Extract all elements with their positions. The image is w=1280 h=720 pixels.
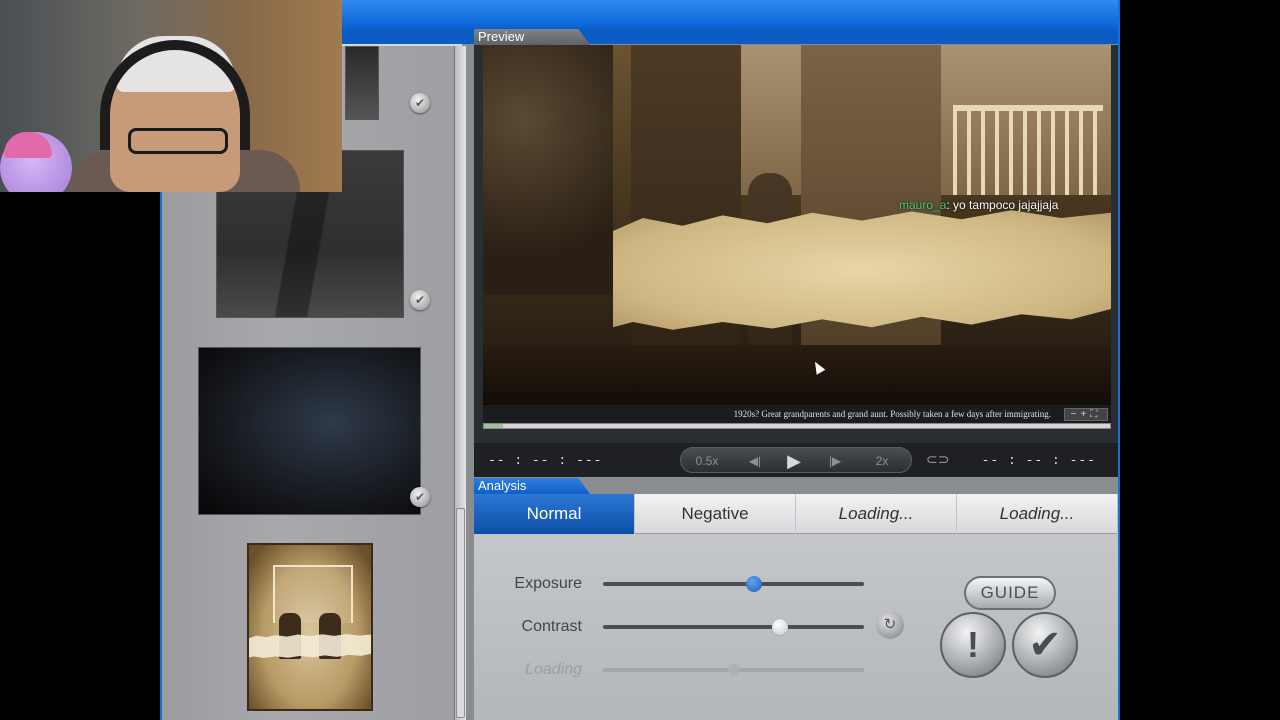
tab-negative[interactable]: Negative xyxy=(635,494,796,534)
exposure-slider[interactable] xyxy=(603,576,864,592)
photo-porch-railing xyxy=(953,105,1103,195)
exposure-slider-row: Exposure xyxy=(474,569,894,599)
preview-panel: mauro_a: yo tampoco jajajjaja 1920s? Gre… xyxy=(474,45,1118,465)
contrast-slider[interactable] xyxy=(603,619,864,635)
scrollbar-thumb[interactable] xyxy=(456,508,465,718)
thumbnail-photo[interactable] xyxy=(198,347,421,515)
preview-header: Preview xyxy=(474,29,590,45)
report-issue-button[interactable]: ! xyxy=(940,612,1006,678)
loading-slider-row: Loading xyxy=(474,655,894,685)
webcam-overlay xyxy=(0,0,342,192)
transport-bar: -- : -- : --- 0.5x ◀| ▶ |▶ 2x ⊂⊃ -- : --… xyxy=(474,443,1118,477)
transport-controls: 0.5x ◀| ▶ |▶ 2x xyxy=(680,447,912,473)
confirm-button[interactable]: ✔ xyxy=(1012,612,1078,678)
tab-loading[interactable]: Loading... xyxy=(796,494,957,534)
analysis-tabs: Normal Negative Loading... Loading... xyxy=(474,494,1118,534)
loading-label: Loading xyxy=(525,661,582,678)
speed-fast-button[interactable]: 2x xyxy=(867,448,897,474)
exposure-slider-handle[interactable] xyxy=(746,576,763,592)
photo-ground xyxy=(483,345,1111,405)
exposure-label: Exposure xyxy=(514,575,582,592)
loading-slider xyxy=(603,664,864,676)
check-icon[interactable]: ✔ xyxy=(410,93,430,113)
playback-progress[interactable] xyxy=(483,423,1111,429)
time-elapsed: -- : -- : --- xyxy=(488,453,603,468)
analysis-panel: Normal Negative Loading... Loading... Ex… xyxy=(474,494,1118,720)
speed-slow-button[interactable]: 0.5x xyxy=(689,448,725,474)
photo-caption: 1920s? Great grandparents and grand aunt… xyxy=(483,405,1111,423)
loop-icon[interactable]: ⊂⊃ xyxy=(926,451,949,468)
thumbnail-photo[interactable] xyxy=(345,46,379,120)
preview-photo[interactable]: mauro_a: yo tampoco jajajjaja xyxy=(483,45,1111,405)
reset-icon[interactable]: ↻ xyxy=(876,611,904,639)
photo-tear-damage xyxy=(613,210,1111,330)
contrast-slider-handle[interactable] xyxy=(772,619,789,635)
play-icon[interactable]: ▶ xyxy=(779,448,809,474)
tab-normal[interactable]: Normal xyxy=(474,494,635,534)
contrast-slider-row: Contrast xyxy=(474,612,894,642)
thumbnail-scrollbar[interactable] xyxy=(454,46,466,720)
contrast-label: Contrast xyxy=(521,618,582,635)
step-forward-icon[interactable]: |▶ xyxy=(821,448,849,474)
playback-progress-fill xyxy=(484,424,503,428)
tab-loading[interactable]: Loading... xyxy=(957,494,1118,534)
time-total: -- : -- : --- xyxy=(981,453,1096,468)
step-back-icon[interactable]: ◀| xyxy=(741,448,769,474)
thumbnail-photo-selected[interactable] xyxy=(247,543,373,711)
chat-overlay: mauro_a: yo tampoco jajajjaja xyxy=(899,198,1059,212)
thumbnail-tear xyxy=(249,634,371,658)
photo-foliage xyxy=(483,45,613,295)
webcam-person-glasses xyxy=(128,128,228,154)
guide-button[interactable]: GUIDE xyxy=(964,576,1056,610)
loading-slider-handle xyxy=(727,664,740,676)
analysis-header: Analysis xyxy=(474,478,590,494)
chat-username: mauro_a xyxy=(899,198,947,212)
zoom-controls[interactable]: −+⛶ xyxy=(1064,408,1108,421)
chat-message: yo tampoco jajajjaja xyxy=(953,198,1059,212)
check-icon[interactable]: ✔ xyxy=(410,487,430,507)
check-icon[interactable]: ✔ xyxy=(410,290,430,310)
